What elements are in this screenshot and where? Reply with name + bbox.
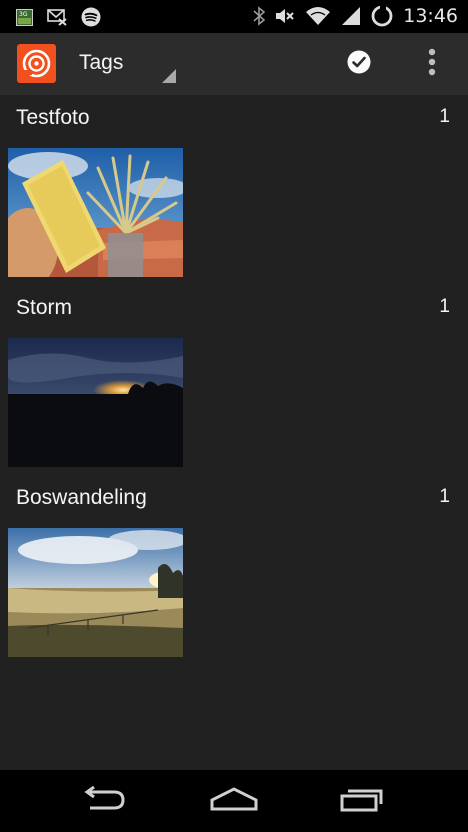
view-spinner[interactable]: Tags xyxy=(64,33,180,95)
photo-thumbnail[interactable] xyxy=(8,148,183,277)
spotify-icon xyxy=(81,7,101,27)
action-bar: Tags xyxy=(0,33,468,95)
tag-section: Testfoto 1 xyxy=(0,95,468,285)
navigation-bar xyxy=(0,770,468,832)
overflow-menu-button[interactable] xyxy=(410,41,454,87)
home-button[interactable] xyxy=(199,778,269,824)
tag-section: Storm 1 xyxy=(0,285,468,475)
overflow-menu-icon xyxy=(428,48,436,81)
bluetooth-icon xyxy=(253,6,266,26)
actionbar-title: Tags xyxy=(79,51,124,74)
done-button[interactable] xyxy=(336,41,382,87)
spinner-caret-icon xyxy=(162,69,176,88)
recents-icon xyxy=(340,786,386,817)
tag-count: 1 xyxy=(439,106,450,127)
tag-name: Storm xyxy=(16,296,73,319)
tag-header[interactable]: Storm 1 xyxy=(0,285,468,335)
battery-charging-icon xyxy=(371,5,393,27)
volume-muted-icon xyxy=(275,7,295,25)
tag-count: 1 xyxy=(439,296,450,317)
done-check-icon xyxy=(347,50,371,79)
photo-thumbnail[interactable] xyxy=(8,338,183,467)
tag-section: Boswandeling 1 xyxy=(0,475,468,665)
wifi-icon xyxy=(305,6,331,26)
home-icon xyxy=(210,786,258,817)
tag-header[interactable]: Testfoto 1 xyxy=(0,95,468,145)
back-icon xyxy=(80,785,126,817)
recents-button[interactable] xyxy=(328,778,398,824)
tag-count: 1 xyxy=(439,486,450,507)
tag-header[interactable]: Boswandeling 1 xyxy=(0,475,468,525)
tag-name: Testfoto xyxy=(16,106,90,129)
tag-name: Boswandeling xyxy=(16,486,147,509)
status-time: 13:46 xyxy=(403,5,458,27)
back-button[interactable] xyxy=(68,778,138,824)
gallery-icon: 3G xyxy=(16,8,33,26)
svg-text:3G: 3G xyxy=(19,11,28,18)
app-logo-icon[interactable] xyxy=(17,44,56,83)
status-bar: 3G 13:46 xyxy=(0,0,468,33)
tag-list: Testfoto 1 Storm 1 Boswandeling 1 xyxy=(0,95,468,770)
signal-icon xyxy=(341,6,361,26)
mail-muted-icon xyxy=(47,8,67,26)
photo-thumbnail[interactable] xyxy=(8,528,183,657)
